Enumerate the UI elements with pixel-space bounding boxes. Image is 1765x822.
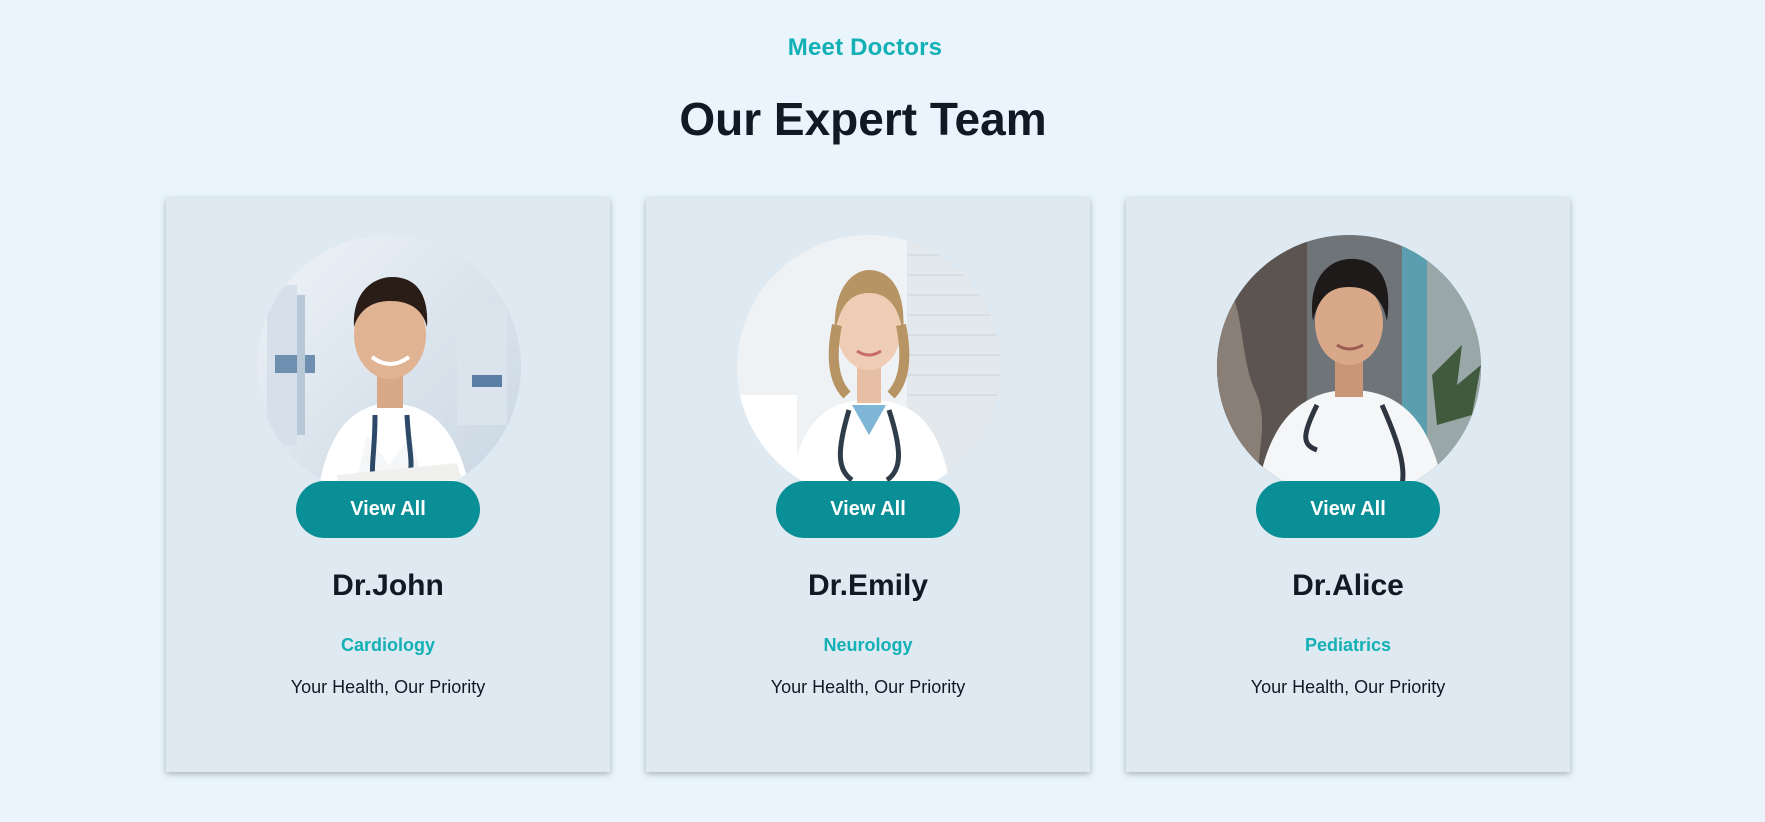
doctor-specialty: Cardiology [340, 635, 435, 655]
doctor-tagline: Your Health, Our Priority [1250, 677, 1446, 697]
view-all-button[interactable]: View All [296, 481, 480, 538]
doctor-tagline: Your Health, Our Priority [770, 677, 966, 697]
doctors-section: Meet Doctors Our Expert Team View All Dr… [0, 0, 1765, 822]
doctor-tagline: Your Health, Our Priority [290, 677, 486, 697]
doctor-photo [737, 235, 1001, 499]
doctor-card: View All Dr.John Cardiology Your Health,… [166, 198, 610, 772]
doctor-specialty: Neurology [823, 635, 913, 655]
doctor-photo [257, 235, 521, 499]
doctor-name: Dr.Alice [1292, 569, 1404, 602]
doctor-name: Dr.Emily [807, 569, 929, 602]
doctor-card: View All Dr.Alice Pediatrics Your Health… [1126, 198, 1570, 772]
section-title: Our Expert Team [679, 93, 1047, 145]
doctor-card: View All Dr.Emily Neurology Your Health,… [646, 198, 1090, 772]
section-eyebrow: Meet Doctors [787, 34, 943, 61]
view-all-button[interactable]: View All [1256, 481, 1440, 538]
view-all-button[interactable]: View All [776, 481, 960, 538]
doctor-specialty: Pediatrics [1304, 635, 1392, 655]
doctor-photo [1217, 235, 1481, 499]
doctor-name: Dr.John [332, 569, 444, 602]
